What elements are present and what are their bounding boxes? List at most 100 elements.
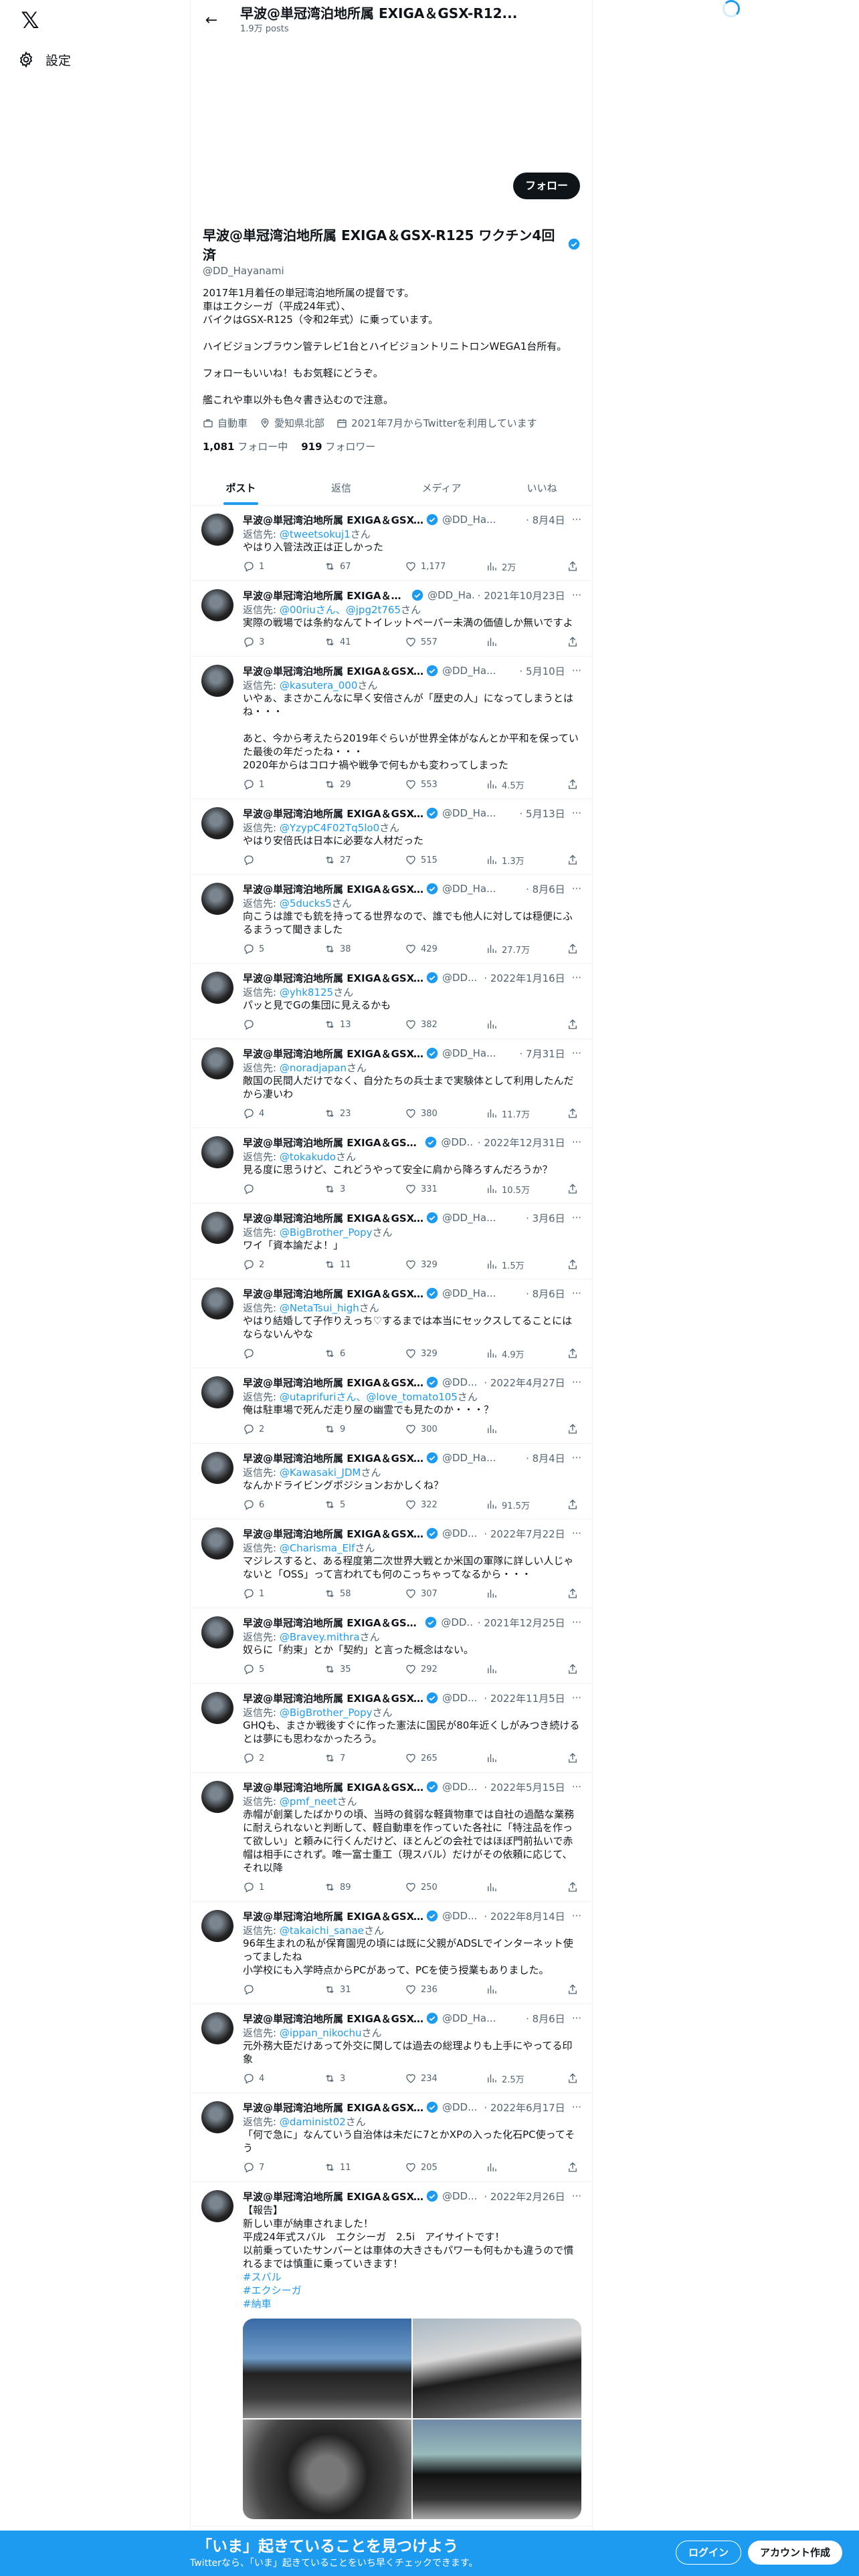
tweet-author-handle[interactable]: @DD_Ha... — [442, 883, 496, 895]
views-button[interactable]: 4.9万 — [486, 1348, 553, 1360]
like-button[interactable]: 329 — [405, 1348, 472, 1360]
views-button[interactable] — [486, 1983, 553, 1996]
share-button[interactable] — [567, 636, 579, 648]
more-options-icon[interactable]: ··· — [572, 1692, 581, 1704]
tweet-author-name[interactable]: 早波@単冠湾泊地所属 EXIGA＆GSX-R125 ... — [243, 513, 423, 527]
reply-button[interactable]: 3 — [243, 636, 310, 648]
like-button[interactable]: 265 — [405, 1752, 472, 1764]
reply-to-link[interactable]: @Kawasaki_JDM — [280, 1467, 361, 1479]
share-button[interactable] — [567, 1018, 579, 1031]
tweet-date[interactable]: · 8月6日 — [522, 882, 565, 896]
share-button[interactable] — [567, 943, 579, 955]
share-button[interactable] — [567, 2161, 579, 2173]
more-options-icon[interactable]: ··· — [572, 514, 581, 526]
tweet[interactable]: 早波@単冠湾泊地所属 EXIGA＆GSX-R125 ... @DD_Ha... · … — [191, 506, 592, 581]
reply-to-link[interactable]: @Bravey.mithra — [280, 1631, 360, 1643]
avatar[interactable] — [201, 972, 233, 1004]
avatar[interactable] — [201, 1910, 233, 1942]
tweet-author-handle[interactable]: @DD... — [442, 2101, 477, 2113]
tweet[interactable]: 早波@単冠湾泊地所属 EXIGA＆GSX-R125 ... @DD_Ha... · … — [191, 2004, 592, 2093]
tweet-date[interactable]: · 5月13日 — [516, 807, 565, 821]
avatar[interactable] — [201, 1527, 233, 1560]
tweet-author-name[interactable]: 早波@単冠湾泊地所属 EXIGA＆GSX-R... — [243, 2189, 423, 2204]
reply-button[interactable] — [243, 854, 310, 866]
tweet[interactable]: 早波@単冠湾泊地所属 EXIGA＆GSX-R125 ... @DD_Ha... · … — [191, 1039, 592, 1128]
avatar[interactable] — [201, 2190, 233, 2222]
tweet-date[interactable]: · 8月6日 — [522, 1287, 565, 1301]
retweet-button[interactable]: 5 — [324, 1499, 391, 1511]
reply-to-link[interactable]: @tweetsokuj1 — [280, 528, 351, 540]
more-options-icon[interactable]: ··· — [572, 2190, 581, 2202]
tweet-author-name[interactable]: 早波@単冠湾泊地所属 EXIGA＆GSX-R... — [243, 1616, 422, 1630]
tweet[interactable]: 早波@単冠湾泊地所属 EXIGA＆GSX-R... @DD... · 2022年2月… — [191, 2182, 592, 2527]
avatar[interactable] — [201, 589, 233, 621]
like-button[interactable]: 515 — [405, 854, 472, 866]
tweet-author-name[interactable]: 早波@単冠湾泊地所属 EXIGA＆GSX-R... — [243, 1780, 423, 1794]
tweet-author-name[interactable]: 早波@単冠湾泊地所属 EXIGA＆GSX-R... — [243, 1909, 423, 1923]
tweet-author-name[interactable]: 早波@単冠湾泊地所属 EXIGA＆GSX-R... — [243, 588, 409, 603]
more-options-icon[interactable]: ··· — [572, 1781, 581, 1793]
tweet-date[interactable]: · 2022年2月26日 — [480, 2189, 565, 2204]
login-button[interactable]: ログイン — [676, 2541, 742, 2565]
share-button[interactable] — [567, 1423, 579, 1435]
tweet[interactable]: 早波@単冠湾泊地所属 EXIGA＆GSX-R125 ... @DD_Ha... · … — [191, 1204, 592, 1279]
tweet-date[interactable]: · 2022年7月22日 — [480, 1527, 565, 1541]
reply-button[interactable] — [243, 1018, 310, 1031]
tweet-author-name[interactable]: 早波@単冠湾泊地所属 EXIGA＆GSX-R125 ... — [243, 807, 423, 821]
share-button[interactable] — [567, 1752, 579, 1764]
more-options-icon[interactable]: ··· — [572, 2101, 581, 2113]
tweet-photo[interactable] — [243, 2420, 411, 2519]
like-button[interactable]: 1,177 — [405, 560, 472, 572]
retweet-button[interactable]: 31 — [324, 1983, 391, 1996]
avatar[interactable] — [201, 1616, 233, 1648]
avatar[interactable] — [201, 883, 233, 915]
tweet[interactable]: 早波@単冠湾泊地所属 EXIGA＆GSX-R... @DD_Ha...· 2021… — [191, 581, 592, 657]
tweet-author-name[interactable]: 早波@単冠湾泊地所属 EXIGA＆GSX-R... — [243, 1376, 423, 1390]
tweet-author-name[interactable]: 早波@単冠湾泊地所属 EXIGA＆GSX-R125 ... — [243, 1287, 423, 1301]
tweet-author-handle[interactable]: @DD_Ha... — [442, 1287, 496, 1299]
tweet-author-handle[interactable]: @DD... — [442, 1910, 477, 1922]
retweet-button[interactable]: 13 — [324, 1018, 391, 1031]
tweet-author-handle[interactable]: @DD_Ha... — [442, 807, 496, 819]
tweet-author-name[interactable]: 早波@単冠湾泊地所属 EXIGA＆GSX-R125 ... — [243, 1211, 423, 1225]
tweet-author-handle[interactable]: @DD... — [441, 1136, 473, 1148]
tweet-photo[interactable] — [413, 2420, 581, 2519]
retweet-button[interactable]: 27 — [324, 854, 391, 866]
share-button[interactable] — [567, 1183, 579, 1195]
share-button[interactable] — [567, 1881, 579, 1893]
share-button[interactable] — [567, 1588, 579, 1600]
like-button[interactable]: 331 — [405, 1183, 472, 1195]
views-button[interactable]: 2.5万 — [486, 2072, 553, 2085]
retweet-button[interactable]: 38 — [324, 943, 391, 955]
tweet-photo[interactable] — [413, 2319, 581, 2418]
nav-settings[interactable]: 設定 — [17, 47, 71, 72]
tweet-author-handle[interactable]: @DD_Ha... — [427, 589, 474, 601]
more-options-icon[interactable]: ··· — [572, 1212, 581, 1224]
retweet-button[interactable]: 9 — [324, 1423, 391, 1435]
tweet-date[interactable]: · 2021年10月23日 — [474, 588, 565, 603]
reply-button[interactable]: 1 — [243, 778, 310, 790]
like-button[interactable]: 205 — [405, 2161, 472, 2173]
avatar[interactable] — [201, 1136, 233, 1168]
share-button[interactable] — [567, 1499, 579, 1511]
more-options-icon[interactable]: ··· — [572, 1287, 581, 1299]
tweet-author-handle[interactable]: @DD... — [442, 1527, 477, 1539]
retweet-button[interactable]: 41 — [324, 636, 391, 648]
views-button[interactable] — [486, 1588, 553, 1600]
more-options-icon[interactable]: ··· — [572, 972, 581, 984]
more-options-icon[interactable]: ··· — [572, 1136, 581, 1148]
share-button[interactable] — [567, 854, 579, 866]
views-button[interactable] — [486, 2161, 553, 2173]
tweet-author-name[interactable]: 早波@単冠湾泊地所属 EXIGA＆GSX-R... — [243, 1527, 423, 1541]
tweet-date[interactable]: · 2022年1月16日 — [480, 971, 565, 985]
more-options-icon[interactable]: ··· — [572, 1527, 581, 1539]
like-button[interactable]: 322 — [405, 1499, 472, 1511]
reply-button[interactable]: 2 — [243, 1259, 310, 1271]
reply-button[interactable]: 4 — [243, 2072, 310, 2084]
share-button[interactable] — [567, 2072, 579, 2084]
tweet-author-handle[interactable]: @DD_Ha... — [442, 2012, 496, 2024]
avatar[interactable] — [201, 1781, 233, 1813]
like-button[interactable]: 380 — [405, 1107, 472, 1119]
reply-button[interactable]: 7 — [243, 2161, 310, 2173]
tweet-author-handle[interactable]: @DD... — [442, 1692, 477, 1704]
